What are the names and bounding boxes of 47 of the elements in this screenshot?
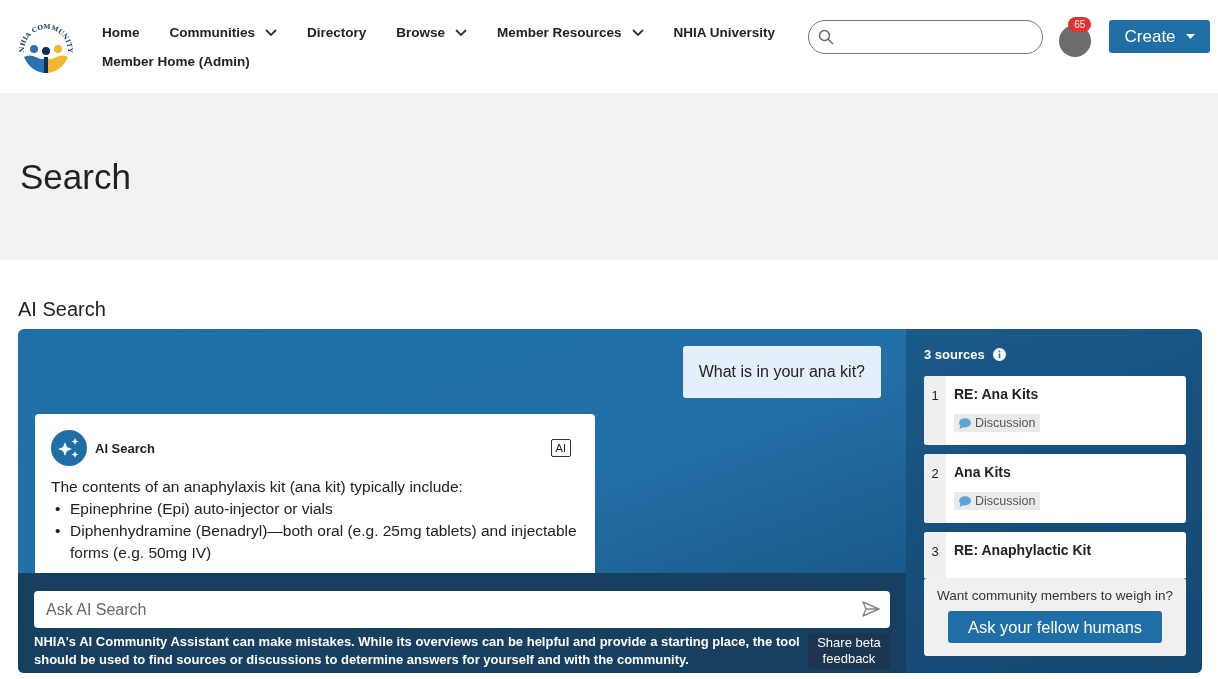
cta-prompt: Want community members to weigh in? [937, 588, 1173, 603]
chevron-icon [455, 28, 468, 37]
bullet: • [55, 521, 62, 541]
page-title: Search [20, 156, 131, 197]
feedback-button[interactable]: Share beta feedback [808, 633, 890, 669]
source-title[interactable]: Ana Kits [954, 464, 1011, 480]
send-icon[interactable] [862, 601, 880, 617]
list-item: Epinephrine (Epi) auto-injector or vials [70, 499, 333, 519]
nav-link[interactable]: Member Resources [497, 25, 644, 40]
caret-icon [1185, 34, 1195, 39]
source-number: 3 [924, 532, 946, 578]
nav-link[interactable]: Communities [169, 25, 277, 40]
create-button[interactable]: Create [1109, 20, 1210, 53]
notification-badge: 65 [1068, 17, 1092, 32]
nav-link[interactable]: Browse [396, 25, 468, 40]
search-field[interactable] [808, 20, 1044, 54]
sparkle-icon [51, 430, 87, 466]
source-number: 2 [924, 454, 946, 523]
author-name: AI Search [95, 440, 156, 456]
info-icon[interactable] [992, 347, 1006, 361]
ask-humans-button[interactable]: Ask your fellow humans [948, 611, 1162, 643]
response-text: The contents of an anaphylaxis kit (ana kit) typically include: [51, 477, 464, 497]
bullet: • [55, 499, 62, 519]
list-item: Diphenhydramine (Benadryl)—both oral (e.g. 25mg tablets) and injectable forms (e.g. 50mg IV) [70, 521, 578, 563]
ask-field[interactable]: Ask AI Search [34, 591, 890, 628]
nav-link[interactable]: Directory [306, 25, 367, 40]
speech-bubble-icon [959, 417, 971, 429]
nav-link[interactable]: NHIA University [673, 25, 776, 40]
source-card[interactable]: 3 RE: Anaphylactic Kit [924, 532, 1186, 578]
discussion-tag: Discussion [954, 492, 1041, 510]
section-title: AI Search [18, 298, 107, 321]
search-icon[interactable] [818, 29, 835, 45]
nav-link[interactable]: Member Home (Admin) [101, 54, 250, 69]
source-title[interactable]: RE: Ana Kits [954, 386, 1039, 402]
user-message: What is in your ana kit? [682, 346, 881, 398]
speech-bubble-icon [959, 495, 971, 507]
nav-link[interactable]: Home [101, 25, 140, 40]
source-title[interactable]: RE: Anaphylactic Kit [954, 542, 1092, 558]
sources-count: 3 sources [924, 346, 985, 362]
source-card[interactable]: 2 Ana Kits Discussion [924, 454, 1186, 523]
discussion-tag: Discussion [954, 414, 1041, 432]
chevron-icon [264, 28, 277, 37]
chevron-icon [631, 28, 644, 37]
ai-badge: AI [550, 439, 571, 457]
disclaimer-text: NHIA's AI Community Assistant can make mistakes. While its overviews can be helpful and provide a starting place, the tool should be used to find sources or discussions to determine answers for yourself and with the community. [34, 633, 800, 669]
source-number: 1 [924, 376, 946, 445]
source-card[interactable]: 1 RE: Ana Kits Discussion [924, 376, 1186, 445]
